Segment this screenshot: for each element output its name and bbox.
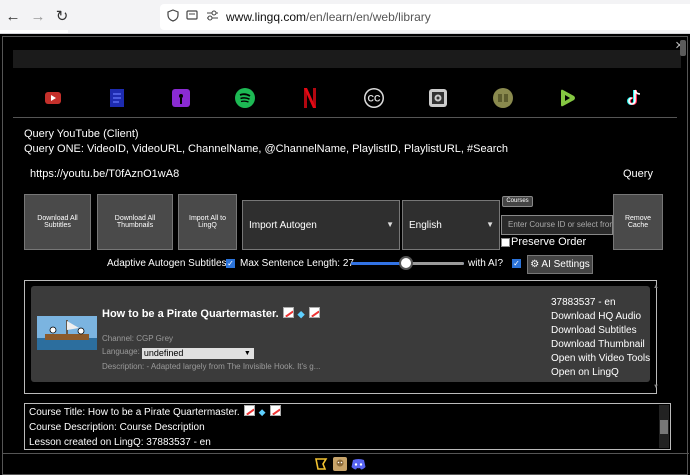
lesson-card: How to be a Pirate Quartermaster. ◆ Chann… [31, 286, 650, 382]
scroll-up-icon[interactable]: ▲ [653, 284, 659, 290]
adaptive-autogen-label: Adaptive Autogen Subtitles [107, 258, 227, 269]
query-help: Query ONE: VideoID, VideoURL, ChannelNam… [24, 143, 508, 155]
extension-panel: ✕ CC Query Y [2, 36, 689, 475]
max-sentence-label: Max Sentence Length: 27 [240, 258, 354, 269]
download-all-subtitles-button[interactable]: Download All Subtitles [24, 194, 91, 250]
chart-emoji-icon [308, 307, 320, 318]
language-value: English [409, 219, 442, 231]
remove-cache-button[interactable]: Remove Cache [613, 194, 663, 250]
log-line: Course Title: How to be a Pirate Quarter… [29, 405, 666, 420]
book-icon[interactable] [490, 85, 516, 111]
forward-icon[interactable]: → [29, 8, 47, 26]
course-id-input[interactable]: Enter Course ID or select from [501, 215, 613, 235]
lesson-channel: Channel: CGP Grey [102, 334, 174, 343]
with-ai-checkbox[interactable]: ✓ [512, 259, 521, 268]
lesson-actions: 37883537 - en Download HQ Audio Download… [551, 296, 650, 380]
download-hq-audio-link[interactable]: Download HQ Audio [551, 310, 650, 324]
scroll-down-icon[interactable]: ▼ [653, 384, 659, 390]
browser-toolbar: ← → ↻ www.lingq.com/en/learn/en/web/libr… [0, 0, 690, 34]
netflix-icon[interactable] [297, 85, 323, 111]
download-subtitles-link[interactable]: Download Subtitles [551, 324, 650, 338]
with-ai-label: with AI? [468, 258, 504, 269]
log-scroll-thumb[interactable] [660, 420, 668, 434]
reload-icon[interactable]: ↻ [53, 8, 71, 26]
header-bar [13, 50, 681, 68]
gem-icon: ◆ [258, 407, 266, 417]
courses-button[interactable]: Courses [502, 196, 533, 207]
page-info-icon[interactable] [185, 9, 199, 23]
podcast-icon[interactable] [168, 85, 194, 111]
slider-rest [411, 262, 464, 265]
query-input[interactable] [24, 165, 604, 183]
query-button[interactable]: Query [623, 168, 653, 180]
lesson-language: Language: undefined ▼ [102, 347, 254, 359]
audio-file-icon[interactable] [425, 85, 451, 111]
chart-emoji-icon [282, 307, 294, 318]
address-bar[interactable]: www.lingq.com/en/learn/en/web/library [160, 4, 690, 30]
open-on-lingq-link[interactable]: Open on LingQ [551, 366, 650, 380]
download-all-thumbnails-button[interactable]: Download All Thumbnails [97, 194, 173, 250]
video-thumbnail[interactable] [37, 316, 97, 350]
document-icon[interactable] [104, 85, 130, 111]
preserve-order-label: Preserve Order [511, 236, 587, 248]
avatar-icon[interactable] [332, 456, 347, 471]
chart-emoji-icon [243, 405, 255, 416]
tiktok-icon[interactable] [621, 85, 647, 111]
service-icons: CC [3, 85, 689, 113]
footer-icons [313, 456, 366, 472]
divider [13, 117, 677, 118]
slider-handle[interactable] [399, 256, 413, 270]
chevron-down-icon: ▼ [486, 220, 494, 229]
lesson-title[interactable]: How to be a Pirate Quartermaster. ◆ [102, 307, 320, 320]
lesson-description: Description: - Adapted largely from The … [102, 362, 321, 371]
import-mode-value: Import Autogen [249, 219, 317, 231]
shield-icon[interactable] [166, 9, 180, 23]
youtube-icon[interactable] [40, 85, 66, 111]
open-video-tools-link[interactable]: Open with Video Tools [551, 352, 650, 366]
ai-settings-button[interactable]: ⚙ AI Settings [527, 255, 593, 274]
active-tab-indicator [0, 30, 68, 33]
log-line: Lesson created on LingQ: 37883537 - en [29, 437, 211, 448]
language-select[interactable]: English ▼ [402, 200, 500, 250]
download-thumbnail-link[interactable]: Download Thumbnail [551, 338, 650, 352]
url-text[interactable]: www.lingq.com/en/learn/en/web/library [226, 10, 431, 24]
panel-scrollbar[interactable] [680, 40, 686, 56]
import-mode-select[interactable]: Import Autogen ▼ [242, 200, 400, 250]
closed-captions-icon[interactable]: CC [361, 85, 387, 111]
gem-icon: ◆ [297, 309, 305, 319]
lesson-language-select[interactable]: undefined ▼ [141, 348, 254, 359]
import-all-button[interactable]: Import All to LingQ [178, 194, 237, 250]
chevron-down-icon: ▼ [386, 220, 394, 229]
svg-text:CC: CC [368, 94, 381, 104]
discord-icon[interactable] [351, 456, 366, 471]
spotify-icon[interactable] [232, 85, 258, 111]
preserve-order-checkbox[interactable] [501, 238, 510, 247]
log-line: Course Description: Course Description [29, 422, 205, 433]
permissions-icon[interactable] [205, 9, 219, 23]
chart-emoji-icon [269, 405, 281, 416]
chevron-down-icon: ▼ [243, 350, 251, 357]
log-output[interactable]: Course Title: How to be a Pirate Quarter… [24, 403, 671, 450]
lesson-id: 37883537 - en [551, 297, 616, 308]
lingq-icon[interactable] [313, 456, 328, 471]
query-title: Query YouTube (Client) [24, 128, 139, 140]
rumble-icon[interactable] [554, 85, 580, 111]
adaptive-autogen-checkbox[interactable]: ✓ [226, 259, 235, 268]
log-scrollbar[interactable] [659, 405, 669, 448]
lesson-list-scrollbar[interactable]: ▲ ▼ [653, 284, 661, 390]
footer-divider [3, 453, 689, 454]
back-icon[interactable]: ← [4, 8, 22, 26]
